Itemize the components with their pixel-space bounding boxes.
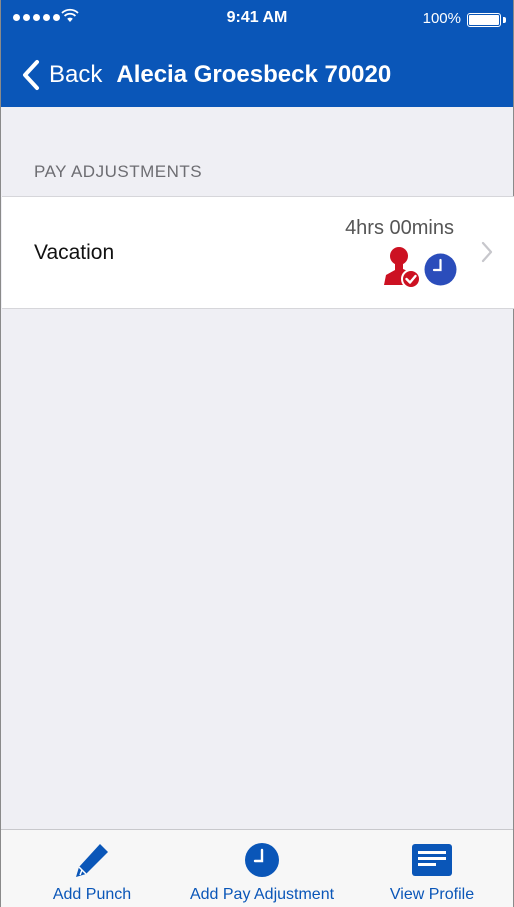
add-punch-label: Add Punch (52, 886, 132, 903)
section-header: PAY ADJUSTMENTS (34, 162, 203, 181)
pencil-icon (76, 844, 108, 877)
battery-tip (503, 17, 506, 23)
header: 9:41 AM 100% Back Alecia Groesbeck 70020 (1, 0, 513, 107)
chevron-right-icon (481, 241, 493, 263)
page-title: Alecia Groesbeck 70020 (116, 61, 392, 88)
status-icons (374, 245, 457, 289)
profile-card-icon (412, 844, 452, 876)
view-profile-label: View Profile (389, 886, 475, 903)
bottom-toolbar: Add Punch Add Pay Adjustment View Profil… (1, 829, 513, 907)
chevron-left-icon (23, 60, 39, 90)
back-button[interactable]: Back (21, 59, 102, 91)
adjustment-type: Vacation (34, 241, 115, 264)
add-punch-button[interactable]: Add Punch (37, 830, 147, 907)
battery-icon (467, 13, 501, 27)
app-screen: 9:41 AM 100% Back Alecia Groesbeck 70020… (0, 0, 514, 907)
approved-person-icon (384, 247, 421, 289)
pay-adjustment-row[interactable]: Vacation 4hrs 00mins (2, 196, 514, 309)
adjustment-amount: 4hrs 00mins (345, 217, 454, 239)
back-label: Back (49, 61, 103, 88)
status-bar: 9:41 AM 100% (1, 0, 513, 40)
battery-percentage: 100% (422, 10, 461, 27)
add-pay-adjustment-label: Add Pay Adjustment (189, 886, 335, 903)
clock-icon (245, 843, 279, 877)
clock-icon (424, 253, 457, 286)
navigation-bar: Back Alecia Groesbeck 70020 (1, 52, 513, 98)
view-profile-button[interactable]: View Profile (377, 830, 487, 907)
add-pay-adjustment-button[interactable]: Add Pay Adjustment (177, 830, 347, 907)
